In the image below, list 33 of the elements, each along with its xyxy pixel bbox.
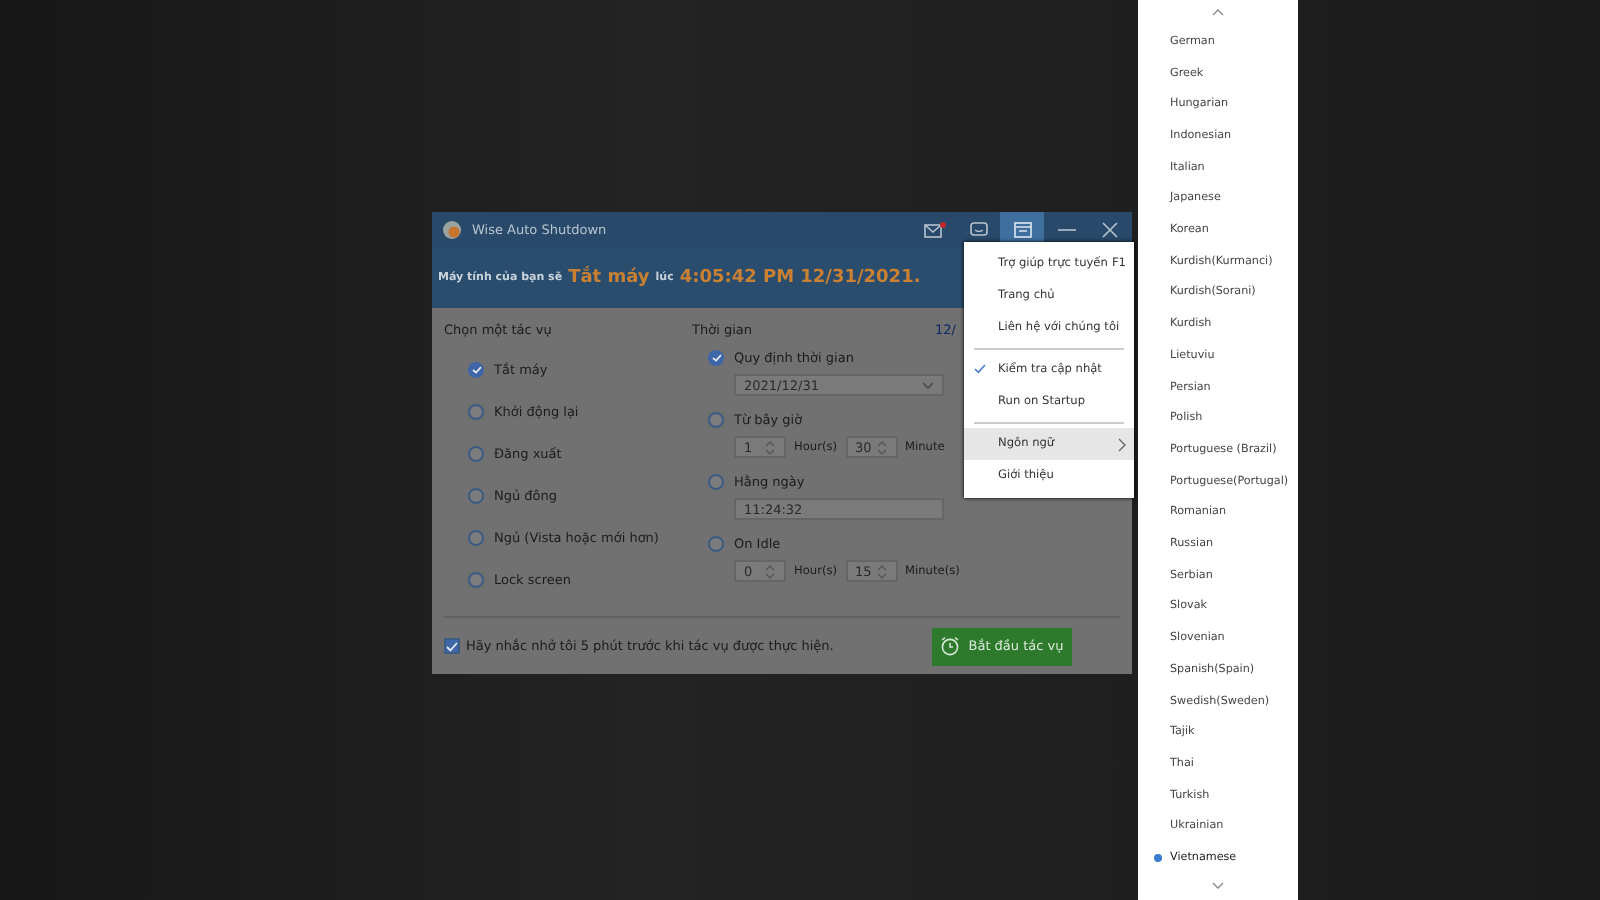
- chevron-right-icon: [1118, 437, 1126, 451]
- spinner-arrows-icon[interactable]: [764, 563, 776, 579]
- spinner-arrows-icon[interactable]: [875, 563, 888, 579]
- radio-button[interactable]: [468, 572, 484, 588]
- menu-icon[interactable]: [1013, 222, 1031, 238]
- mail-icon[interactable]: [923, 222, 945, 238]
- radio-button[interactable]: [468, 530, 484, 546]
- spinner-arrows-icon[interactable]: [875, 439, 888, 455]
- check-icon: [471, 366, 481, 374]
- radio-button[interactable]: [708, 474, 724, 490]
- check-icon: [974, 364, 986, 374]
- close-icon[interactable]: [1102, 222, 1118, 238]
- radio-button[interactable]: [708, 536, 724, 552]
- check-icon: [711, 354, 721, 362]
- minimize-icon[interactable]: [1057, 228, 1075, 232]
- alarm-clock-icon: [940, 636, 961, 656]
- smiley-icon[interactable]: [969, 222, 987, 238]
- spinner-arrows-icon[interactable]: [764, 439, 776, 455]
- app-logo-icon: [442, 220, 462, 240]
- scroll-down-icon[interactable]: [1212, 882, 1224, 891]
- radio-button[interactable]: [468, 404, 484, 420]
- time-text: 4:05:42 PM 12/31/2021.: [679, 268, 921, 288]
- check-icon: [446, 641, 458, 651]
- selected-dot: [1154, 854, 1162, 863]
- radio-button[interactable]: [468, 446, 484, 462]
- scroll-up-icon[interactable]: [1212, 8, 1224, 17]
- radio-button[interactable]: [468, 488, 484, 504]
- radio-button[interactable]: [468, 362, 484, 378]
- reminder-checkbox[interactable]: [444, 638, 460, 654]
- radio-button[interactable]: [708, 412, 724, 428]
- radio-button[interactable]: [708, 350, 724, 366]
- chevron-down-icon: [922, 381, 934, 389]
- action-text: Tắt máy: [568, 268, 650, 288]
